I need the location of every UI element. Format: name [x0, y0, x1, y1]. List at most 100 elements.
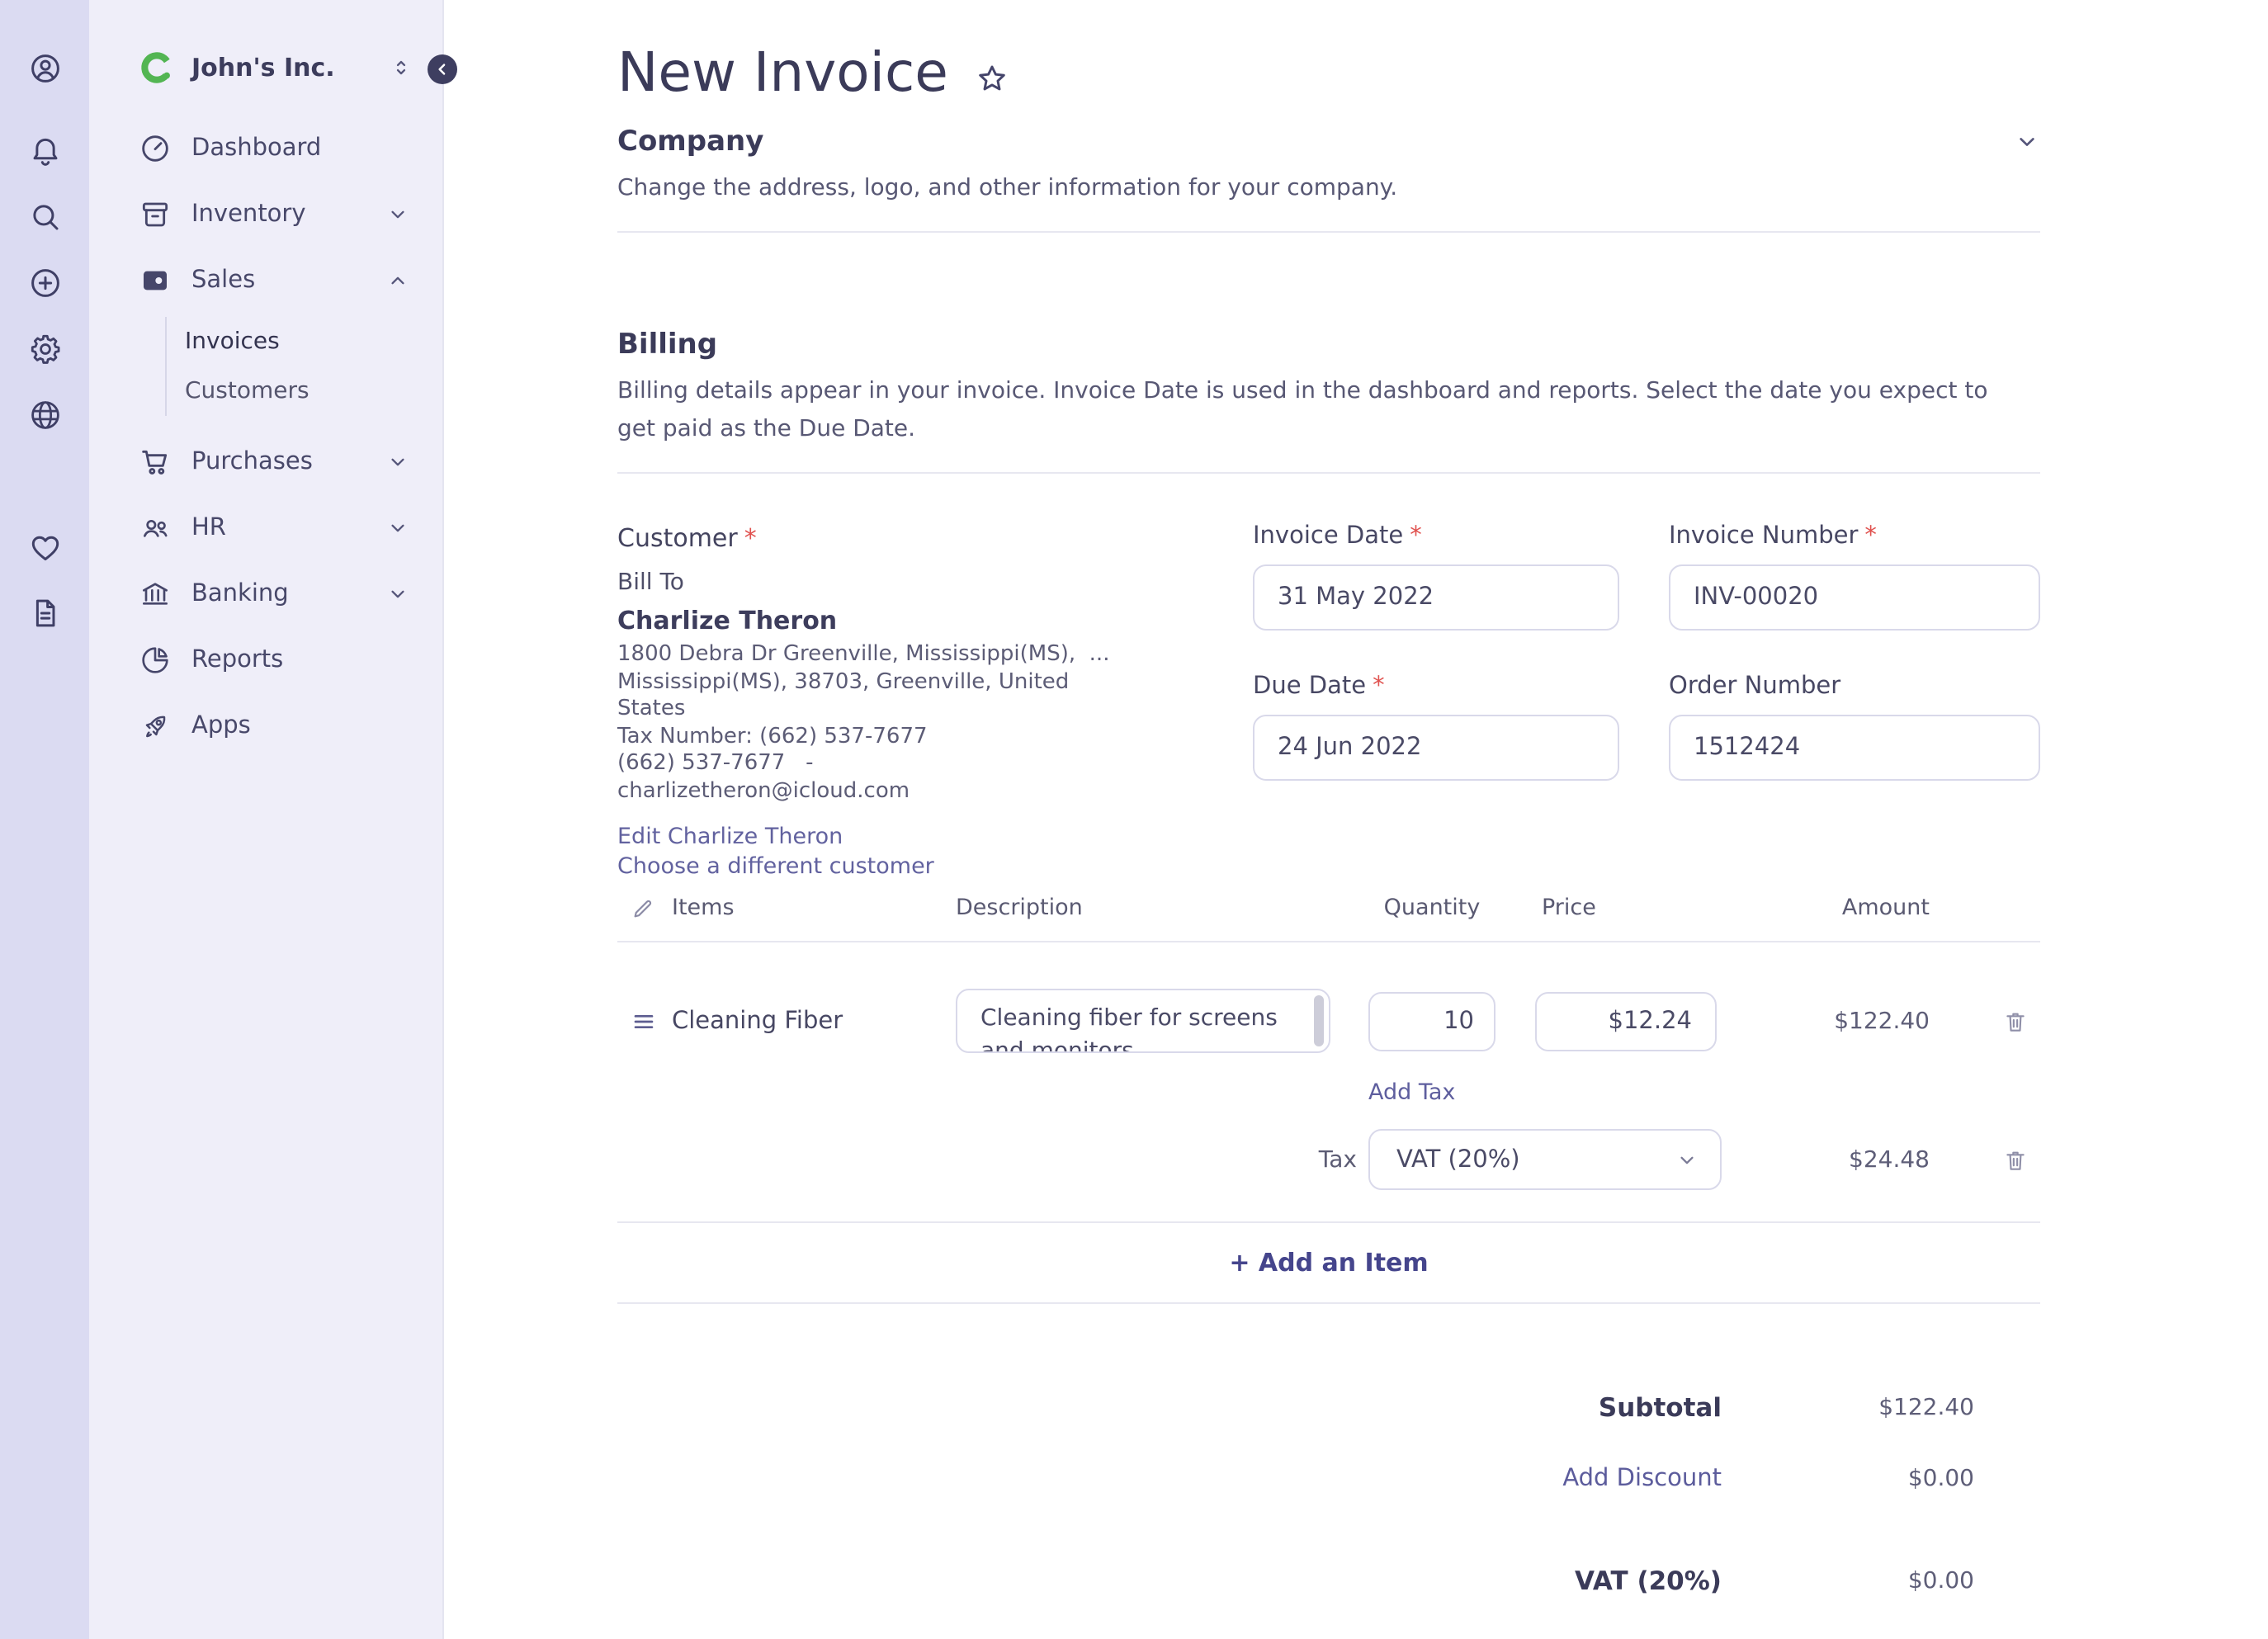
items-table: Items Description Quantity Price Amount … — [617, 895, 2040, 1304]
add-tax-link[interactable]: Add Tax — [1368, 1079, 1455, 1106]
chevron-down-icon — [1675, 1148, 1699, 1171]
vat-label: VAT (20%) — [1575, 1566, 1722, 1596]
totals-section: Subtotal $122.40 Add Discount $0.00 VAT … — [617, 1393, 2040, 1639]
sidebar-item-reports[interactable]: Reports — [89, 627, 442, 693]
delete-item-icon[interactable] — [2002, 1008, 2029, 1034]
pencil-icon — [631, 895, 655, 920]
divider — [617, 231, 2040, 233]
banking-bank-icon — [139, 578, 172, 611]
header-amount: Amount — [1841, 895, 1930, 921]
header-quantity: Quantity — [1383, 895, 1481, 921]
sidebar-item-inventory[interactable]: Inventory — [89, 182, 442, 248]
company-name: John's Inc. — [191, 53, 335, 83]
item-row: Cleaning Fiber $122.40 — [617, 989, 2040, 1053]
item-description-input[interactable] — [956, 989, 1330, 1053]
tax-select[interactable]: VAT (20%) — [1368, 1129, 1722, 1190]
page-title: New Invoice — [617, 40, 948, 104]
order-number-field: Order Number — [1669, 673, 2040, 781]
sidebar-item-customers[interactable]: Customers — [185, 366, 442, 416]
textarea-scrollbar[interactable] — [1314, 995, 1324, 1046]
favorite-star-icon[interactable] — [975, 61, 1011, 97]
order-number-input[interactable] — [1669, 715, 2040, 781]
org-switcher[interactable]: John's Inc. — [89, 40, 442, 96]
hr-people-icon — [139, 512, 172, 545]
invoice-number-input[interactable] — [1669, 564, 2040, 631]
item-amount: $122.40 — [1834, 1008, 1930, 1034]
chevron-down-icon — [386, 451, 409, 474]
tax-amount: $24.48 — [1849, 1146, 1930, 1173]
sidebar-collapse-button[interactable] — [428, 54, 457, 84]
sidebar-item-purchases[interactable]: Purchases — [89, 429, 442, 495]
vat-value: $0.00 — [1907, 1568, 1974, 1594]
billing-section: Billing Billing details appear in your i… — [617, 328, 2040, 474]
choose-customer-link[interactable]: Choose a different customer — [617, 852, 1253, 881]
header-description: Description — [956, 895, 1083, 921]
header-price: Price — [1542, 895, 1596, 921]
sidebar-item-apps[interactable]: Apps — [89, 693, 442, 759]
drag-handle-icon[interactable] — [631, 1008, 657, 1034]
reports-pie-icon — [139, 644, 172, 677]
sidebar-item-invoices[interactable]: Invoices — [185, 317, 442, 366]
billing-section-subtitle: Billing details appear in your invoice. … — [617, 378, 1988, 442]
sidebar-item-dashboard[interactable]: Dashboard — [89, 116, 442, 182]
invoice-date-field: Invoice Date * — [1253, 523, 1619, 631]
discount-value: $0.00 — [1907, 1466, 1974, 1492]
item-name: Cleaning Fiber — [672, 1008, 843, 1034]
item-price-input[interactable] — [1535, 991, 1717, 1051]
sidebar-nav: Dashboard Inventory Sales Invoices Custo… — [89, 116, 442, 759]
company-section-title: Company — [617, 125, 764, 158]
profile-icon[interactable] — [17, 40, 73, 96]
header-items: Items — [672, 895, 735, 921]
add-item-button[interactable]: + Add an Item — [617, 1223, 2040, 1302]
divider — [617, 1302, 2040, 1304]
search-icon[interactable] — [17, 188, 73, 244]
tax-row: Tax VAT (20%) $24.48 — [617, 1129, 2040, 1190]
subtotal-value: $122.40 — [1878, 1395, 1974, 1421]
sidebar-item-sales[interactable]: Sales — [89, 248, 442, 314]
sidebar-item-hr[interactable]: HR — [89, 495, 442, 561]
org-switch-chevrons-icon — [390, 56, 413, 79]
edit-customer-link[interactable]: Edit Charlize Theron — [617, 822, 1253, 852]
chevron-down-icon — [386, 203, 409, 226]
sales-submenu: Invoices Customers — [165, 317, 442, 416]
chevron-up-icon — [386, 269, 409, 292]
icon-rail — [0, 0, 89, 1639]
tax-label: Tax — [1318, 1146, 1357, 1173]
apps-rocket-icon — [139, 710, 172, 743]
chevron-down-icon[interactable] — [2014, 129, 2040, 155]
add-icon[interactable] — [17, 254, 73, 310]
favorites-heart-icon[interactable] — [17, 518, 73, 574]
customer-label: Customer * — [617, 523, 757, 553]
explore-globe-icon[interactable] — [17, 386, 73, 442]
due-date-input[interactable] — [1253, 715, 1619, 781]
inventory-icon — [139, 198, 172, 231]
divider — [617, 472, 2040, 474]
app-window: John's Inc. Dashboard Inventory Sales In… — [0, 0, 2268, 1639]
bill-to-label: Bill To — [617, 569, 684, 596]
billing-section-title: Billing — [617, 328, 718, 361]
chevron-down-icon — [386, 583, 409, 606]
customer-name: Charlize Theron — [617, 606, 838, 635]
settings-gear-icon[interactable] — [17, 320, 73, 376]
subtotal-label: Subtotal — [1598, 1393, 1722, 1423]
notifications-icon[interactable] — [17, 122, 73, 178]
customer-email: charlizetheron@icloud.com — [617, 778, 910, 803]
chevron-down-icon — [386, 517, 409, 540]
add-discount-link[interactable]: Add Discount — [1562, 1466, 1722, 1492]
invoice-number-field: Invoice Number * — [1669, 523, 2040, 631]
dashboard-icon — [139, 132, 172, 165]
item-quantity-input[interactable] — [1368, 991, 1495, 1051]
customer-block: Customer * Bill To Charlize Theron 1800 D… — [617, 523, 1253, 881]
invoice-fields: Invoice Date* Invoice Number* Due Date* … — [1253, 523, 2040, 881]
sidebar: John's Inc. Dashboard Inventory Sales In… — [89, 0, 457, 1639]
due-date-field: Due Date * — [1253, 673, 1619, 781]
items-table-header: Items Description Quantity Price Amount — [617, 895, 2040, 942]
invoice-date-input[interactable] — [1253, 564, 1619, 631]
sidebar-item-banking[interactable]: Banking — [89, 561, 442, 627]
delete-tax-icon[interactable] — [2002, 1146, 2029, 1173]
purchases-cart-icon — [139, 446, 172, 479]
company-logo-icon — [139, 50, 175, 86]
company-section-subtitle: Change the address, logo, and other info… — [617, 175, 1398, 201]
main-content: New Invoice Company Change the address, … — [444, 0, 2268, 1639]
documents-icon[interactable] — [17, 584, 73, 640]
